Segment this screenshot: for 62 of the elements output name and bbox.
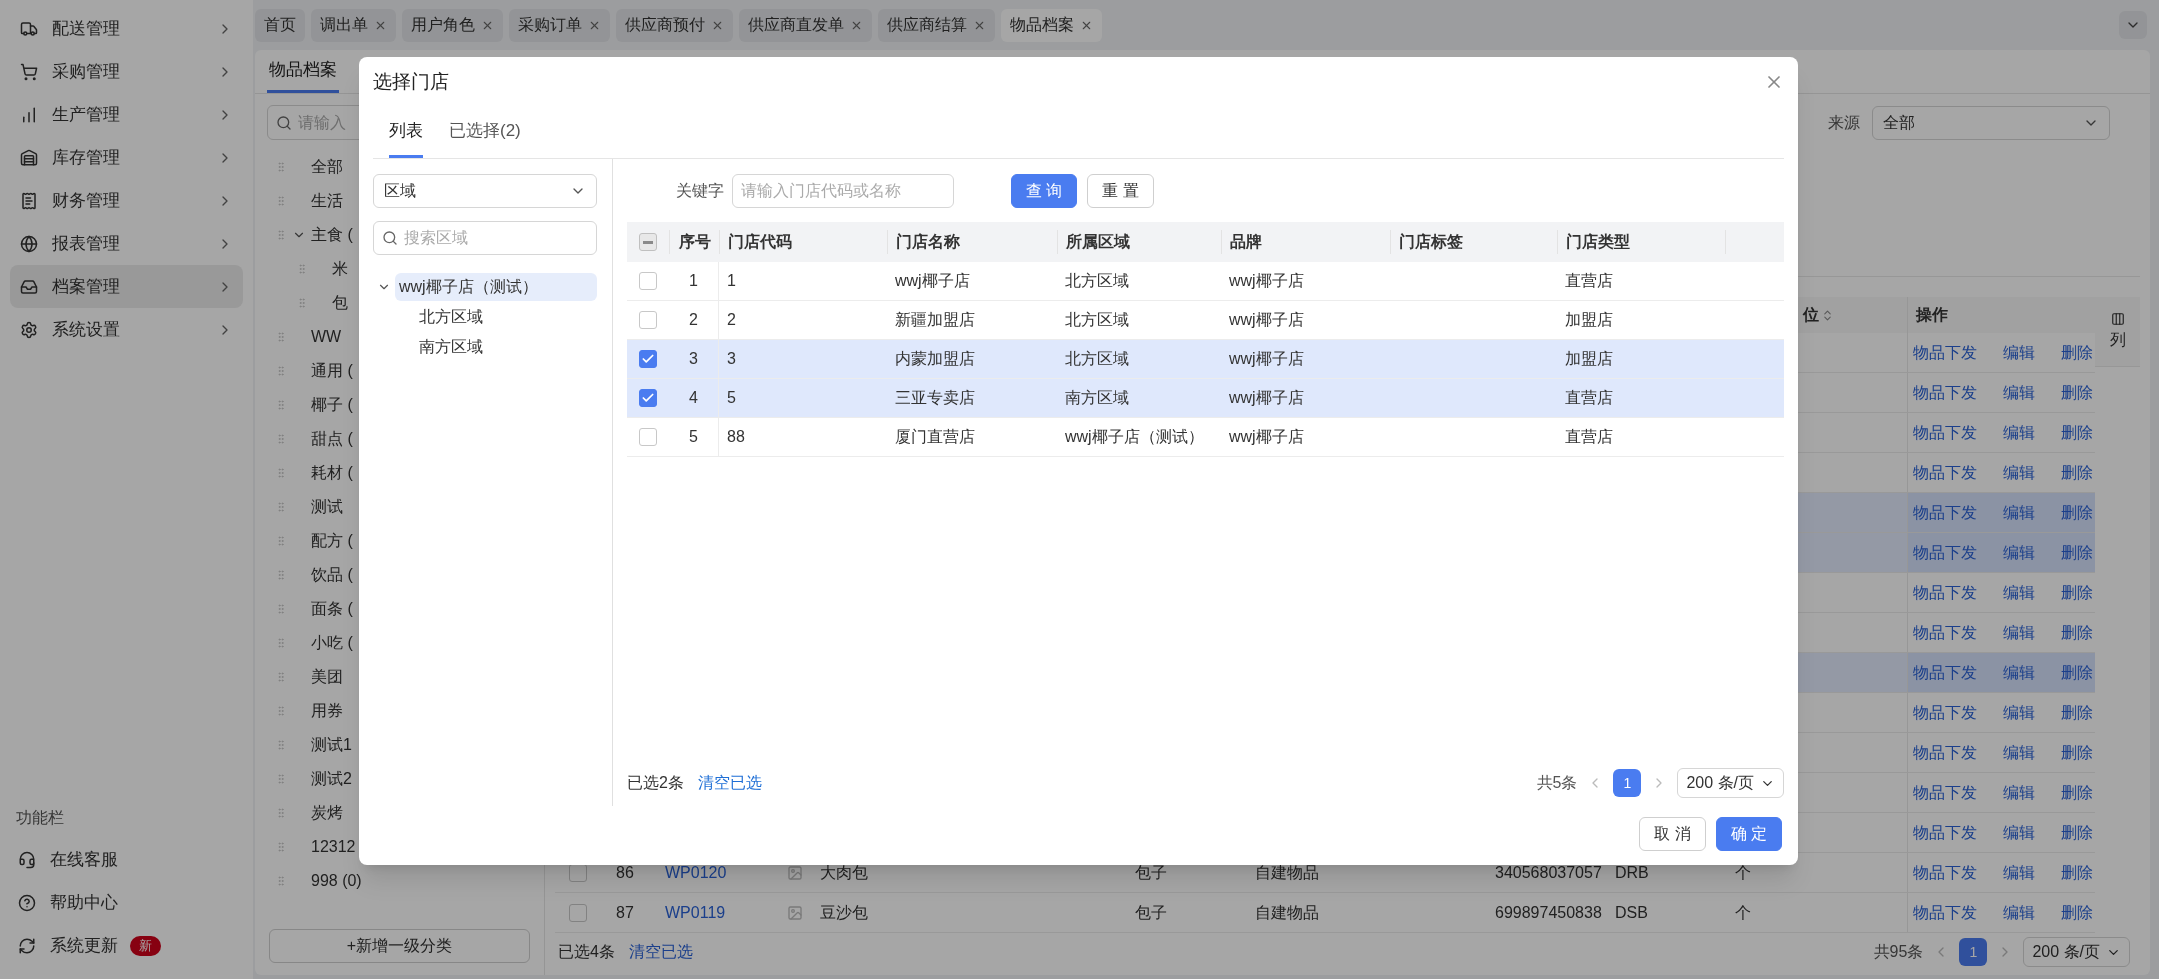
table-cell-text: 自建物品	[1254, 862, 1320, 883]
table-cell-text: 北方区域	[1064, 349, 1130, 369]
table-cell-text: 内蒙加盟店	[894, 349, 976, 369]
table-cell-text: 加盟店	[1564, 349, 1614, 369]
table-cell-text: 直营店	[1564, 427, 1614, 447]
table-cell-text: 87	[615, 902, 635, 923]
table-cell: 2	[669, 301, 719, 339]
selected-count: 已选4条	[558, 942, 615, 962]
table-cell-text: 699897450838	[1494, 902, 1603, 923]
column-header: 序号	[678, 232, 711, 252]
table-cell-text: 新疆加盟店	[894, 310, 976, 330]
table-cell-text: 直营店	[1564, 271, 1614, 291]
table-cell-text: 1	[726, 271, 737, 291]
table-cell-text: 包子	[1134, 862, 1168, 883]
table-cell-text: 南方区域	[1064, 388, 1130, 408]
table-cell-text: wwj椰子店	[1228, 388, 1305, 408]
table-cell: 5	[669, 418, 719, 456]
filter-label: 来源	[1828, 113, 1860, 133]
table-cell-text: 大肉包	[819, 862, 869, 883]
table-cell-text: 个	[1735, 902, 1751, 923]
table-cell-text: 豆沙包	[819, 902, 869, 923]
table-cell-text: 340568037057	[1494, 862, 1603, 883]
table-cell-text: 88	[726, 427, 746, 447]
column-header: 门店类型	[1566, 232, 1630, 252]
table-cell-text: DRB	[1614, 862, 1650, 883]
table-cell-text: 包子	[1134, 902, 1168, 923]
table-cell-text: 5	[726, 388, 737, 408]
column-header: 品牌	[1230, 232, 1262, 252]
column-header: 所属区域	[1066, 232, 1130, 252]
total-count: 共95条	[1873, 942, 1924, 962]
table-cell: 3	[669, 340, 719, 378]
new-badge: 新	[130, 935, 161, 956]
table-cell-text: wwj椰子店	[1228, 349, 1305, 369]
column-header: 门店标签	[1399, 232, 1463, 252]
column-header: 位	[1803, 305, 1819, 325]
total-count: 共5条	[1536, 773, 1578, 793]
section-title: 功能栏	[15, 808, 65, 828]
table-cell-text: 3	[726, 349, 737, 369]
table-cell-text: DSB	[1614, 902, 1649, 923]
keyword-label: 关键字	[676, 181, 724, 201]
selected-count: 已选2条	[627, 773, 684, 793]
table-cell-text: wwj椰子店	[1228, 427, 1305, 447]
table-cell: 1	[669, 262, 719, 300]
table-cell: 4	[669, 379, 719, 417]
table-cell-text: 2	[726, 310, 737, 330]
table-cell-text: 自建物品	[1254, 902, 1320, 923]
table-cell-text: 个	[1735, 862, 1751, 883]
table-cell-text: 直营店	[1564, 388, 1614, 408]
table-cell-text: 三亚专卖店	[894, 388, 976, 408]
table-cell-text: 厦门直营店	[894, 427, 976, 447]
table-cell-text: 北方区域	[1064, 271, 1130, 291]
table-cell-text: 北方区域	[1064, 310, 1130, 330]
table-cell-text: wwj椰子店（测试）	[1064, 427, 1205, 447]
table-cell-text: wwj椰子店	[894, 271, 971, 291]
column-header: 门店代码	[728, 232, 792, 252]
dialog-title: 选择门店	[373, 69, 449, 94]
table-cell-text: wwj椰子店	[1228, 310, 1305, 330]
column-header: 操作	[1914, 305, 1949, 325]
table-cell-text: 加盟店	[1564, 310, 1614, 330]
table-cell-text: wwj椰子店	[1228, 271, 1305, 291]
table-cell-text: 86	[615, 862, 635, 883]
column-header: 门店名称	[896, 232, 960, 252]
